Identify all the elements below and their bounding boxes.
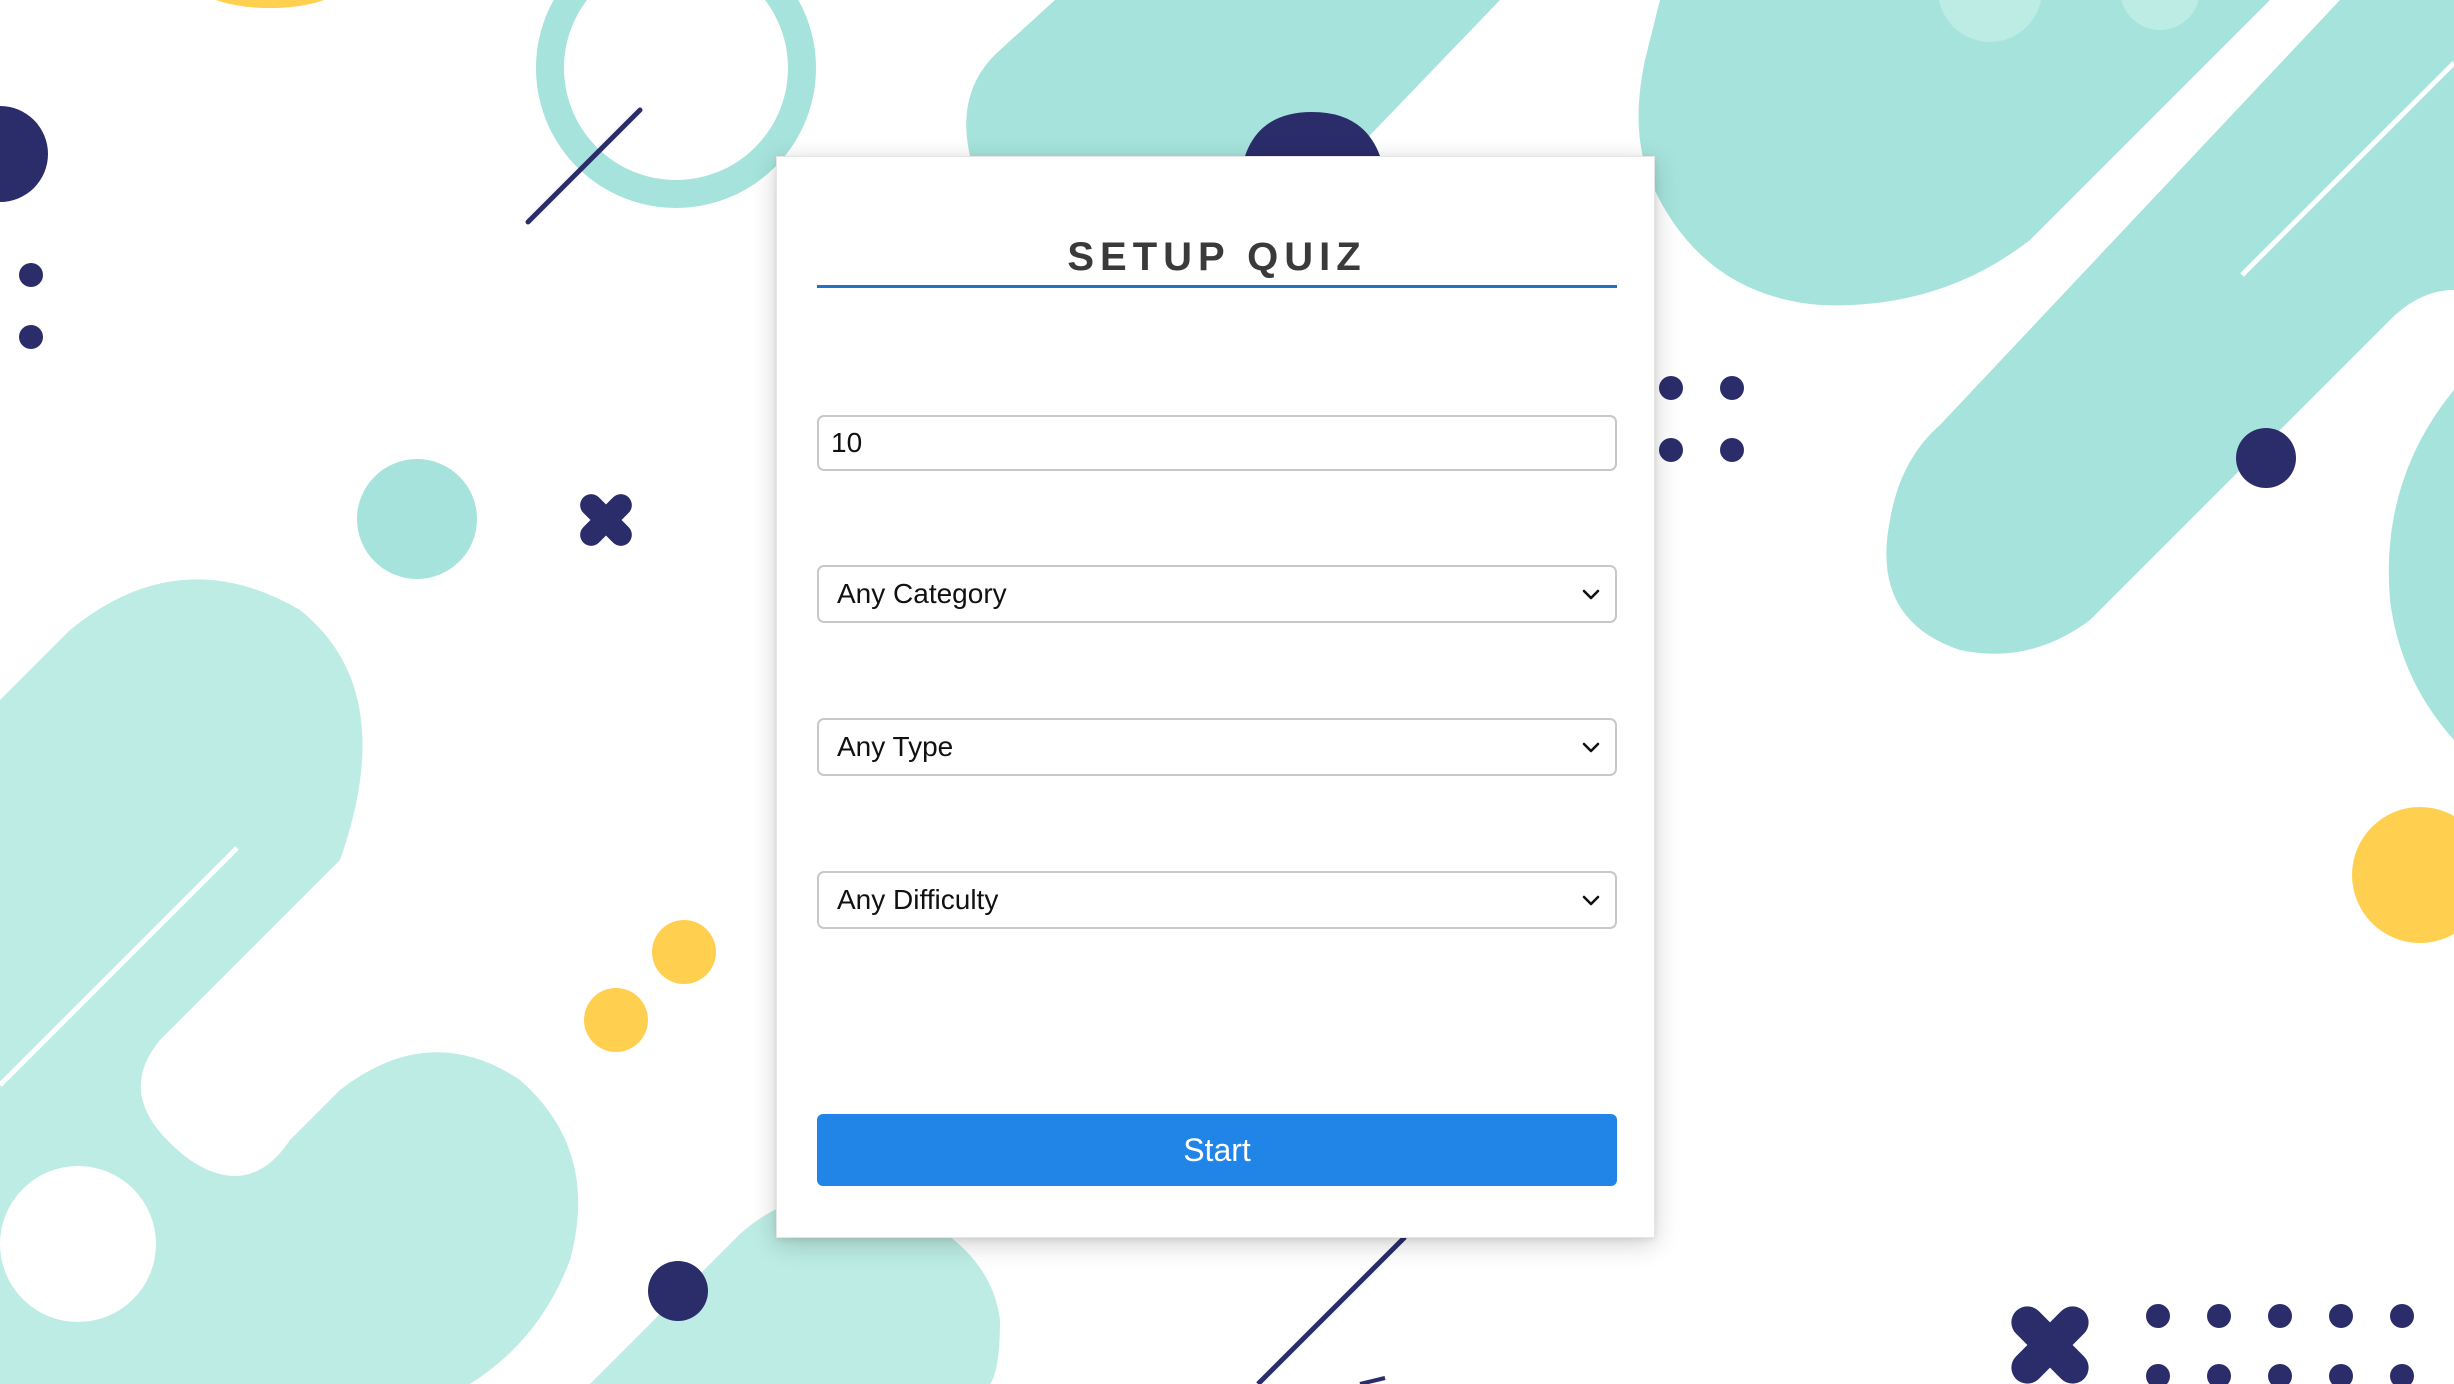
- navy-small-dot: [1720, 438, 1744, 462]
- chevron-down-icon: [1582, 895, 1600, 906]
- yellow-dot: [584, 988, 648, 1052]
- difficulty-select[interactable]: Any Difficulty: [817, 871, 1617, 929]
- navy-dot: [648, 1261, 708, 1321]
- yellow-dot-right: [2352, 807, 2454, 943]
- category-select-value: Any Category: [837, 578, 1007, 609]
- mint-band-top: [966, 0, 1500, 156]
- start-button[interactable]: Start: [817, 1114, 1617, 1186]
- type-select-value: Any Type: [837, 731, 954, 762]
- type-select[interactable]: Any Type: [817, 718, 1617, 776]
- navy-small-dot: [1659, 438, 1683, 462]
- yellow-blob-top: [216, 0, 324, 8]
- navy-dot-grid: [2146, 1304, 2414, 1384]
- diagonal-line: [525, 107, 643, 225]
- quiz-setup-card: SETUP QUIZ 10 Any Category Any Type Any …: [776, 156, 1655, 1238]
- chevron-down-icon: [1582, 742, 1600, 753]
- category-select[interactable]: Any Category: [817, 565, 1617, 623]
- white-circle: [0, 1166, 156, 1322]
- page-title: SETUP QUIZ: [1067, 235, 1367, 279]
- navy-small-dot: [1659, 376, 1683, 400]
- navy-cross-icon: [2011, 1306, 2089, 1384]
- navy-small-dot: [19, 325, 43, 349]
- diagonal-line: [1359, 1376, 1386, 1384]
- navy-small-dot: [19, 263, 43, 287]
- question-amount-input[interactable]: 10: [817, 415, 1617, 471]
- difficulty-select-value: Any Difficulty: [837, 884, 999, 915]
- mint-circle: [357, 459, 477, 579]
- navy-dot: [2236, 428, 2296, 488]
- mint-blob-right-edge: [2388, 390, 2454, 740]
- yellow-dot: [652, 920, 716, 984]
- chevron-down-icon: [1582, 589, 1600, 600]
- navy-cross-icon: [580, 494, 632, 546]
- title-underline: [817, 285, 1617, 288]
- navy-small-dot: [1720, 376, 1744, 400]
- diagonal-line: [1256, 1235, 1407, 1384]
- navy-dot-left-edge: [0, 106, 48, 202]
